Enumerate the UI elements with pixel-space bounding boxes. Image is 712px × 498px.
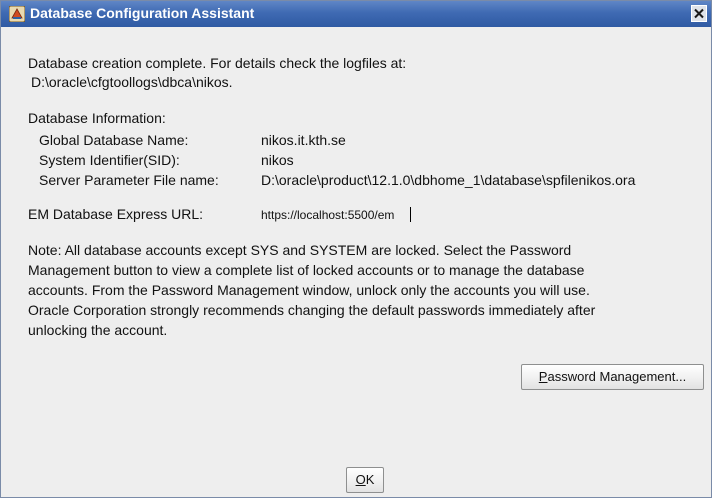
close-button[interactable] bbox=[691, 5, 707, 22]
sid-value: nikos bbox=[261, 152, 294, 168]
ok-label: K bbox=[365, 472, 375, 487]
global-db-name-value: nikos.it.kth.se bbox=[261, 132, 346, 148]
dialog-window: Database Configuration Assistant Databas… bbox=[0, 0, 712, 498]
note-line: Note: All database accounts except SYS a… bbox=[28, 242, 572, 258]
global-db-name-label: Global Database Name: bbox=[39, 132, 189, 148]
note-line: Oracle Corporation strongly recommends c… bbox=[28, 302, 596, 318]
em-url-label: EM Database Express URL: bbox=[28, 206, 204, 222]
spfile-label: Server Parameter File name: bbox=[39, 172, 219, 188]
sid-label: System Identifier(SID): bbox=[39, 152, 180, 168]
spfile-value: D:\oracle\product\12.1.0\dbhome_1\databa… bbox=[261, 172, 636, 188]
window-title: Database Configuration Assistant bbox=[30, 5, 255, 21]
note-line: unlocking the account. bbox=[28, 322, 168, 338]
oracle-dbca-icon bbox=[8, 5, 26, 23]
db-info-heading: Database Information: bbox=[28, 110, 166, 126]
em-url-field[interactable]: https://localhost:5500/em bbox=[261, 207, 394, 224]
logfile-path: D:\oracle\cfgtoollogs\dbca\nikos. bbox=[31, 74, 233, 90]
completion-message: Database creation complete. For details … bbox=[28, 55, 407, 71]
text-caret bbox=[410, 207, 411, 222]
ok-mnemonic: O bbox=[355, 472, 366, 487]
note-line: accounts. From the Password Management w… bbox=[28, 282, 590, 298]
title-bar[interactable]: Database Configuration Assistant bbox=[1, 1, 711, 27]
note-line: Management button to view a complete lis… bbox=[28, 262, 585, 278]
password-management-label: assword Management... bbox=[547, 369, 687, 384]
ok-button[interactable]: OK bbox=[346, 467, 384, 493]
password-management-button[interactable]: Password Management... bbox=[521, 364, 704, 390]
close-icon bbox=[692, 6, 706, 21]
note-text: Note: All database accounts except SYS a… bbox=[28, 240, 698, 340]
